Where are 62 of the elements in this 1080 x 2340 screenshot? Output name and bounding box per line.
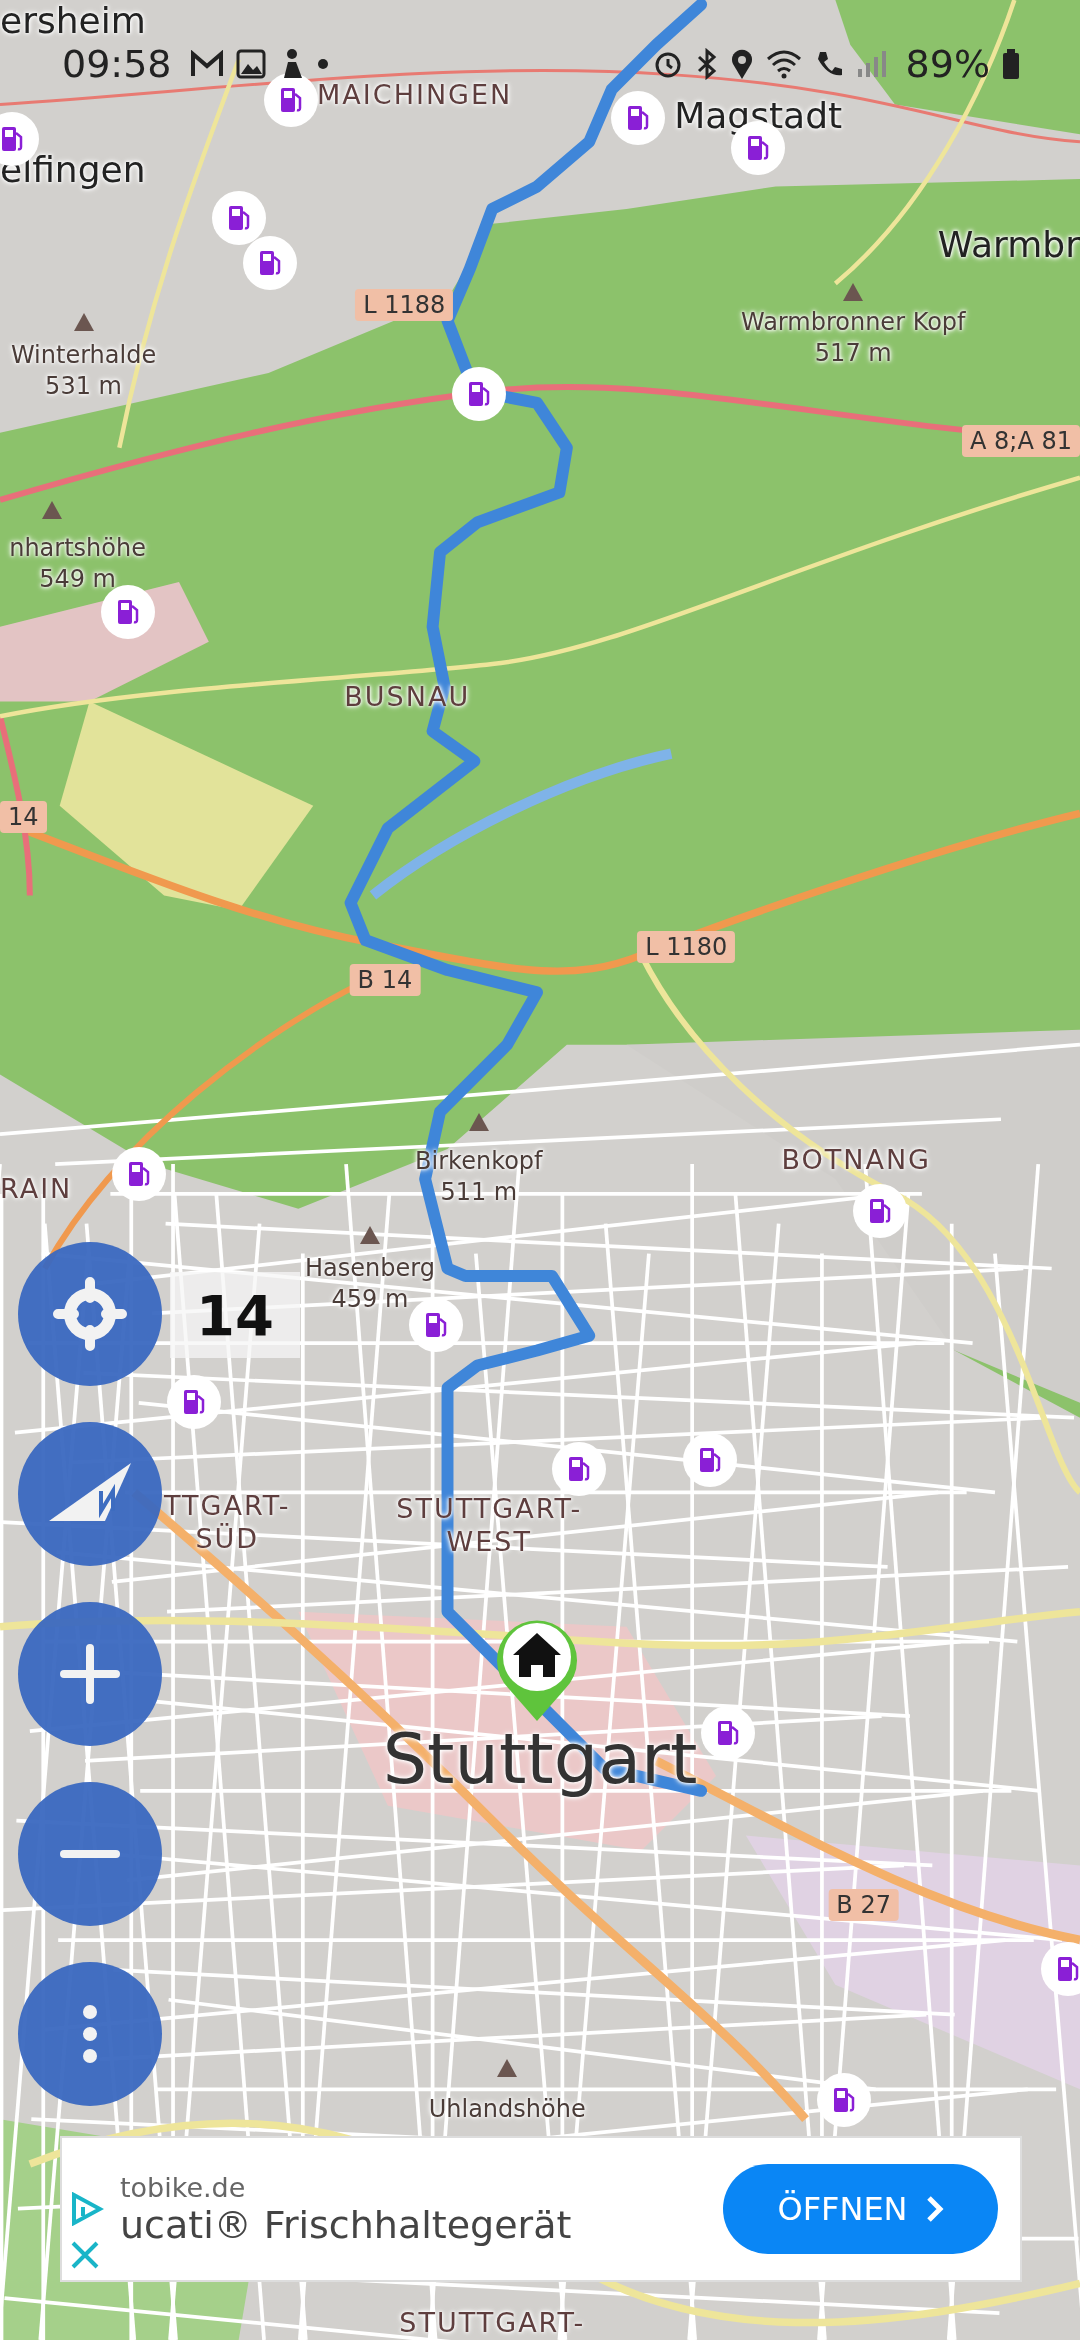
chevron-icon	[925, 2195, 944, 2223]
map-label: SÜD	[195, 1522, 260, 1557]
zoom-level: 14	[170, 1272, 300, 1358]
minus-icon	[60, 1849, 120, 1859]
road-shield: L 1188	[355, 289, 454, 322]
map-label: 459 m	[331, 1284, 409, 1316]
crosshair-icon	[52, 1276, 128, 1352]
map-label: TTGART-	[164, 1488, 291, 1523]
map-label: MAICHINGEN	[317, 77, 513, 112]
map-label: Warmbronner Kopf	[740, 307, 966, 339]
map-label: 511 m	[440, 1176, 518, 1208]
fuel-station-icon[interactable]	[610, 89, 667, 146]
battery-percent: 89%	[905, 42, 990, 86]
fuel-station-icon[interactable]	[1040, 1941, 1080, 1998]
fuel-station-icon[interactable]	[852, 1183, 909, 1240]
road-shield: B 14	[349, 963, 421, 996]
status-time: 09:58	[62, 42, 172, 86]
fuel-station-icon[interactable]	[550, 1441, 607, 1498]
map-label: BOTNANG	[781, 1142, 932, 1177]
bluetooth-icon	[695, 48, 718, 80]
ad-headline: ucati® Frischhaltegerät	[120, 2202, 573, 2247]
map-label: Winterhalde	[10, 340, 157, 372]
road-shield: 14	[0, 801, 47, 834]
map-label: elfingen	[0, 149, 146, 191]
fuel-station-icon[interactable]	[682, 1432, 739, 1489]
wifi-icon	[765, 49, 802, 79]
map-label: nhartshöhe	[9, 532, 146, 564]
fuel-station-icon[interactable]	[816, 2072, 873, 2129]
road-shield: A 8;A 81	[962, 425, 1080, 458]
open-button[interactable]: ÖFFNEN	[723, 2164, 998, 2254]
mail-icon	[189, 50, 224, 78]
map-label: STUTTGART-	[399, 2306, 586, 2340]
fuel-station-icon[interactable]	[262, 71, 319, 128]
peak-icon	[359, 1226, 380, 1245]
signal-icon	[855, 49, 886, 79]
road-shield: L 1180	[637, 930, 736, 963]
dot-icon	[317, 59, 328, 69]
map-label: RAIN	[0, 1172, 73, 1207]
ad-domain: tobike.de	[120, 2171, 247, 2203]
fuel-station-icon[interactable]	[210, 189, 267, 246]
map-label: Warmbr	[937, 223, 1080, 265]
image-icon	[235, 49, 266, 79]
location-icon	[729, 48, 754, 80]
map-label: 549 m	[39, 563, 116, 595]
map-label: 517 m	[814, 338, 892, 370]
plus-icon	[60, 1644, 120, 1704]
peak-icon	[468, 1112, 489, 1131]
peak-icon	[42, 501, 63, 520]
more-icon	[82, 2004, 98, 2064]
map-label: Uhlandshöhe	[428, 2094, 586, 2126]
fuel-station-icon[interactable]	[450, 365, 507, 422]
road-shield: B 27	[828, 1888, 899, 1921]
fuel-station-icon[interactable]	[242, 234, 298, 291]
battery-icon	[1002, 49, 1020, 79]
map-label: Hasenberg	[305, 1253, 435, 1285]
fuel-station-icon[interactable]	[110, 1145, 167, 1202]
peak-icon	[497, 2058, 518, 2077]
peak-icon	[73, 313, 94, 332]
fuel-station-icon[interactable]	[165, 1374, 222, 1431]
peak-icon	[843, 283, 864, 302]
map-label: 531 m	[45, 371, 122, 403]
map-label: ersheim	[0, 0, 146, 41]
